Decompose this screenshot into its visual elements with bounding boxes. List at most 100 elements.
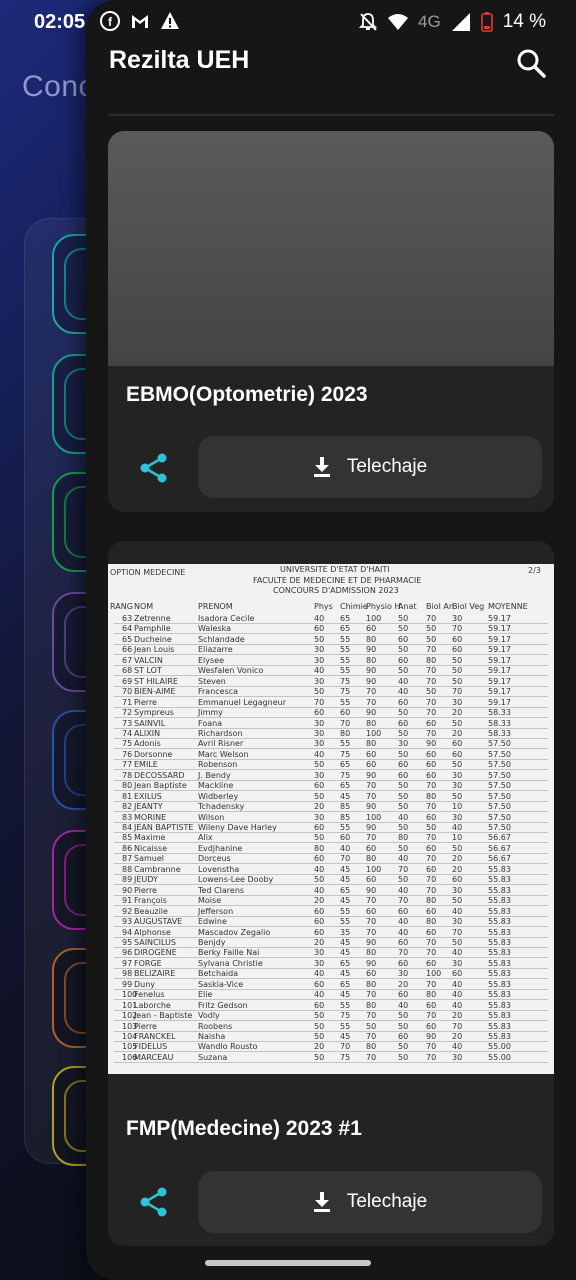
signal-icon: [451, 13, 470, 31]
doc-cell: 20: [398, 979, 409, 989]
doc-cell: 57.50: [488, 749, 511, 759]
doc-cell: 70: [366, 927, 377, 937]
doc-cell: 30: [314, 718, 325, 728]
doc-cell: FRANCKEL: [134, 1032, 176, 1041]
doc-cell: 71: [122, 697, 133, 707]
doc-cell: 100: [426, 969, 442, 979]
doc-cell: 50: [314, 1021, 325, 1031]
doc-cell: 50: [398, 624, 409, 634]
doc-cell: 70: [426, 1011, 437, 1021]
doc-cell: FIDELUS: [134, 1042, 168, 1052]
doc-cell: 76: [122, 749, 133, 759]
doc-cell: FORGE: [134, 958, 162, 968]
download-label: Telechaje: [346, 1191, 428, 1212]
doc-cell: 60: [366, 906, 377, 916]
doc-cell: 60: [452, 634, 463, 644]
doc-cell: 90: [366, 676, 377, 686]
doc-column-header: PRENOM: [198, 602, 233, 611]
doc-cell: 55: [340, 823, 351, 832]
doc-page-number: 2/3: [528, 566, 541, 575]
doc-cell: 45: [340, 969, 351, 979]
doc-row-rule: [114, 748, 548, 750]
doc-cell: 20: [452, 854, 463, 864]
doc-cell: Waleska: [198, 624, 232, 634]
doc-cell: Wesfalen Vonico: [198, 666, 264, 676]
download-button[interactable]: Telechaje: [198, 436, 542, 498]
doc-cell: 50: [426, 687, 437, 697]
doc-cell: 50: [398, 728, 409, 738]
doc-cell: 100: [366, 728, 382, 738]
doc-row-rule: [114, 643, 548, 645]
doc-cell: 40: [314, 614, 325, 623]
doc-cell: 30: [398, 739, 409, 749]
doc-cell: DIROGENE: [134, 948, 177, 958]
doc-cell: ST LOT: [134, 666, 162, 676]
doc-cell: Jean - Baptiste: [134, 1011, 193, 1021]
doc-cell: 40: [398, 885, 409, 895]
doc-cell: 92: [122, 906, 133, 916]
doc-cell: 55.83: [488, 927, 511, 937]
doc-cell: Alix: [198, 833, 213, 843]
download-button[interactable]: Telechaje: [198, 1171, 542, 1233]
doc-cell: 85: [122, 833, 133, 843]
doc-cell: 58.33: [488, 718, 511, 728]
doc-cell: 60: [398, 990, 409, 1000]
share-button[interactable]: [138, 1186, 170, 1218]
doc-cell: 55: [340, 917, 351, 927]
doc-cell: 65: [340, 614, 351, 623]
doc-cell: 100: [366, 614, 382, 623]
doc-cell: 60: [314, 823, 325, 832]
gesture-bar[interactable]: [205, 1260, 371, 1266]
doc-cell: 60: [426, 843, 437, 853]
doc-cell: 94: [122, 927, 133, 937]
doc-cell: 60: [314, 854, 325, 864]
doc-cell: 75: [340, 687, 351, 697]
doc-cell: 70: [452, 1021, 463, 1031]
doc-cell: 93: [122, 917, 133, 927]
doc-cell: Naisha: [198, 1032, 226, 1041]
doc-cell: 60: [314, 708, 325, 718]
doc-cell: 98: [122, 969, 133, 979]
doc-row-rule: [114, 978, 548, 980]
doc-cell: 59.17: [488, 697, 511, 707]
doc-cell: 75: [340, 676, 351, 686]
doc-cell: 40: [452, 823, 463, 832]
doc-cell: 58.33: [488, 728, 511, 738]
doc-cell: 60: [366, 760, 377, 770]
doc-cell: Cambranne: [134, 864, 181, 874]
doc-cell: 70: [340, 1042, 351, 1052]
share-icon: [140, 1187, 167, 1217]
doc-cell: 40: [398, 927, 409, 937]
doc-cell: 70: [366, 833, 377, 843]
doc-column-header: Anat: [398, 602, 417, 611]
doc-cell: 20: [314, 937, 325, 947]
doc-cell: 50: [452, 896, 463, 906]
doc-row-rule: [114, 946, 548, 948]
doc-cell: 40: [398, 687, 409, 697]
svg-text:f: f: [108, 15, 113, 29]
doc-cell: Vodly: [198, 1011, 220, 1021]
doc-cell: ST HILAIRE: [134, 676, 178, 686]
doc-column-header: Physio H: [366, 602, 401, 611]
doc-cell: 55: [340, 1021, 351, 1031]
doc-cell: 100: [366, 812, 382, 822]
search-button[interactable]: [514, 46, 548, 80]
doc-cell: 77: [122, 760, 133, 770]
doc-cell: 70: [366, 1032, 377, 1041]
doc-cell: 85: [340, 802, 351, 812]
doc-cell: Steven: [198, 676, 226, 686]
doc-cell: Fritz Gedson: [198, 1000, 248, 1010]
card-thumbnail[interactable]: [108, 131, 554, 366]
doc-cell: 30: [452, 958, 463, 968]
card-document-image[interactable]: OPTION MEDECINE UNIVERSITE D'ETAT D'HAIT…: [108, 564, 554, 1074]
doc-cell: Adonis: [134, 739, 161, 749]
doc-cell: 80: [366, 1042, 377, 1052]
doc-cell: 55.83: [488, 885, 511, 895]
doc-cell: 69: [122, 676, 133, 686]
share-button[interactable]: [138, 452, 170, 484]
doc-cell: 70: [426, 614, 437, 623]
doc-cell: 57.50: [488, 760, 511, 770]
doc-cell: 70: [426, 854, 437, 864]
doc-cell: 50: [398, 708, 409, 718]
card-title: EBMO(Optometrie) 2023: [126, 383, 368, 406]
